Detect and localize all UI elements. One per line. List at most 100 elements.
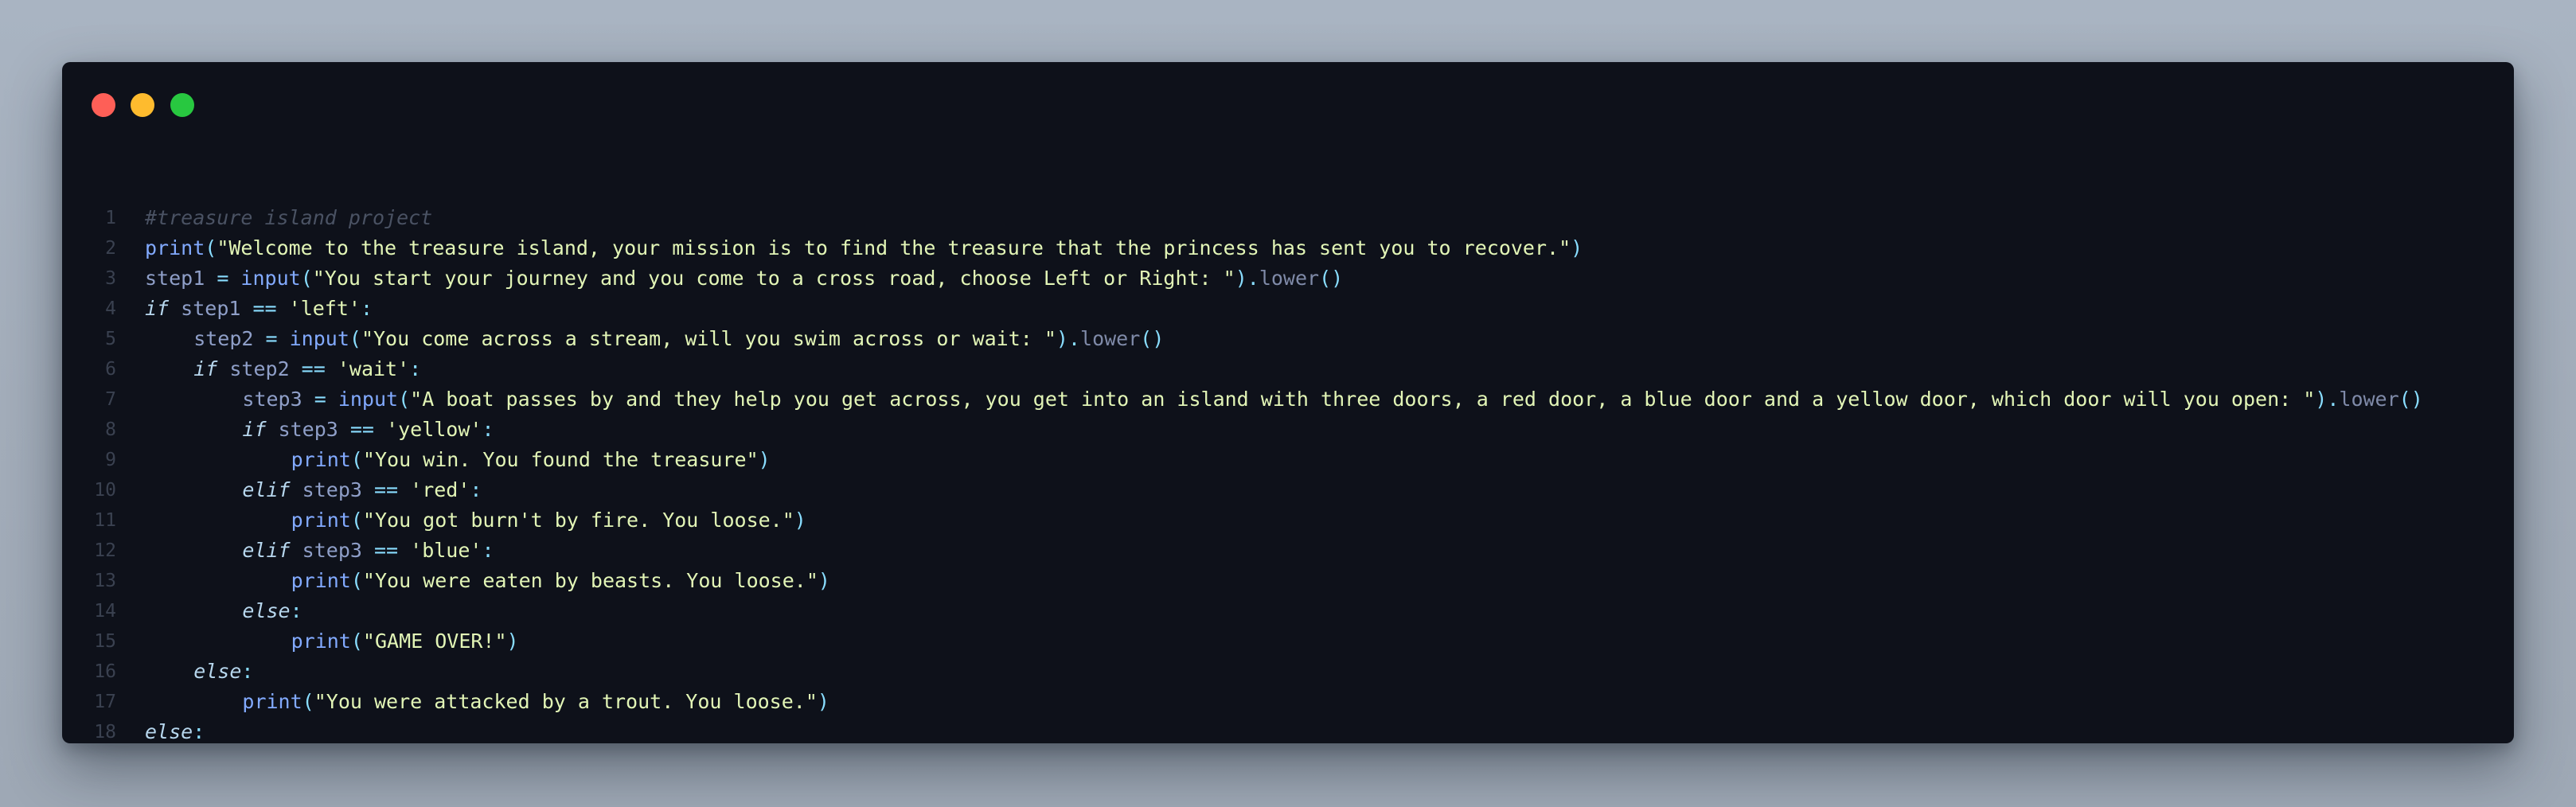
line-number: 16 (94, 661, 116, 682)
code-editor: 1 #treasure island project 2 print("Welcome… (62, 203, 2514, 743)
code-token-op: = (302, 388, 338, 411)
line-number: 1 (105, 208, 116, 228)
code-token-method: lower (1259, 267, 1320, 290)
code-line-content: if step1 == 'left': (145, 294, 373, 324)
code-token-builtin: input (289, 327, 349, 350)
code-token-keyword: else (242, 599, 291, 622)
maximize-window-icon[interactable] (170, 93, 194, 117)
code-token-builtin: print (291, 630, 351, 653)
code-token-string: "You were eaten by beasts. You loose." (362, 569, 818, 592)
line-number: 14 (94, 601, 116, 622)
code-token-keyword: else (145, 720, 193, 743)
code-line-content: print("You were attacked by a trout. You… (242, 687, 829, 717)
code-token-punct: ( (350, 509, 363, 532)
code-line-content: print("Welcome to the treasure island, y… (145, 233, 1583, 263)
line-number: 11 (94, 510, 116, 531)
window-titlebar (62, 62, 2514, 142)
code-token-ident: step1 (181, 297, 241, 320)
line-number: 15 (94, 631, 116, 652)
code-token-ident: step2 (193, 327, 254, 350)
code-token-ident: step2 (229, 357, 290, 380)
code-token-ident: step3 (278, 418, 338, 441)
line-number: 10 (94, 480, 116, 501)
code-token-keyword: if (193, 357, 218, 380)
code-line-content: step2 = input("You come across a stream,… (193, 324, 1164, 354)
code-token-string: "You were attacked by a trout. You loose… (314, 690, 818, 713)
code-token-builtin: input (240, 267, 301, 290)
code-token-punct: : (470, 478, 482, 501)
code-token-punct: : (241, 660, 254, 683)
line-number: 12 (94, 540, 116, 561)
code-token-string: 'red' (410, 478, 470, 501)
code-token-punct: ) (758, 448, 771, 471)
close-window-icon[interactable] (92, 93, 115, 117)
code-line-content: else: (193, 657, 253, 687)
line-number: 13 (94, 571, 116, 591)
code-line: 9 print("You win. You found the treasure"… (62, 445, 2514, 475)
code-line-content: print("You win. You found the treasure") (291, 445, 771, 475)
code-window: 1 #treasure island project 2 print("Welcome… (62, 62, 2514, 743)
code-token-keyword: elif (242, 478, 291, 501)
code-token-punct: ) (1571, 236, 1583, 259)
code-token-string: "Welcome to the treasure island, your mi… (217, 236, 1571, 259)
code-token-punct: : (193, 720, 205, 743)
code-token-punct: () (2398, 388, 2423, 411)
code-token-punct: : (482, 539, 494, 562)
code-token-punct: ( (302, 690, 314, 713)
code-line-content: elif step3 == 'blue': (242, 536, 494, 566)
code-token-op: == (338, 418, 387, 441)
code-token-keyword: elif (242, 539, 291, 562)
code-token-op: == (240, 297, 289, 320)
code-token-method: lower (2339, 388, 2399, 411)
code-token-punct: ( (205, 236, 217, 259)
code-token-string: 'blue' (410, 539, 482, 562)
minimize-window-icon[interactable] (131, 93, 154, 117)
code-token-string: "GAME OVER!" (362, 630, 507, 653)
code-token-punct: ( (349, 327, 361, 350)
code-token-op: = (253, 327, 290, 350)
code-token-punct: ( (300, 267, 313, 290)
code-token-comment: #treasure island project (145, 206, 433, 229)
code-token-punct: ) (818, 569, 830, 592)
code-token-string: 'left' (288, 297, 361, 320)
code-line: 12 elif step3 == 'blue': (62, 536, 2514, 566)
code-line-content: if step2 == 'wait': (193, 354, 421, 384)
code-token-keyword: if (242, 418, 267, 441)
code-token-builtin: input (338, 388, 399, 411)
code-token-string: "You come across a stream, will you swim… (361, 327, 1056, 350)
code-line: 17 print("You were attacked by a trout. Y… (62, 687, 2514, 717)
code-token-punct: ( (398, 388, 411, 411)
code-line: 10 elif step3 == 'red': (62, 475, 2514, 505)
code-token-ident: step1 (145, 267, 205, 290)
code-token-string: "You got burn't by fire. You loose." (362, 509, 794, 532)
code-line: 15 print("GAME OVER!") (62, 626, 2514, 657)
code-line-content: if step3 == 'yellow': (242, 415, 494, 445)
code-token-builtin: print (242, 690, 302, 713)
code-token-builtin: print (291, 448, 351, 471)
code-line: 2 print("Welcome to the treasure island, … (62, 233, 2514, 263)
code-token-punct: : (360, 297, 373, 320)
code-token-op: = (205, 267, 241, 290)
line-number: 4 (105, 298, 116, 319)
line-number: 17 (94, 692, 116, 712)
code-line-content: print("You were eaten by beasts. You loo… (291, 566, 830, 596)
code-token-punct: ). (1235, 267, 1259, 290)
code-token-string: "You start your journey and you come to … (312, 267, 1235, 290)
code-line-content: print("You got burn't by fire. You loose… (291, 505, 806, 536)
code-token-punct: ( (350, 448, 363, 471)
line-number: 7 (105, 389, 116, 410)
code-line-content: #treasure island project (145, 203, 432, 233)
code-token-punct: ). (1056, 327, 1081, 350)
code-token-op: == (289, 357, 338, 380)
code-line-content: elif step3 == 'red': (242, 475, 482, 505)
code-token-op: == (361, 539, 411, 562)
code-line: 18 else: (62, 717, 2514, 743)
line-number: 2 (105, 238, 116, 259)
code-token-punct: ). (2315, 388, 2340, 411)
code-token-builtin: print (145, 236, 205, 259)
code-token-punct: ( (350, 569, 363, 592)
